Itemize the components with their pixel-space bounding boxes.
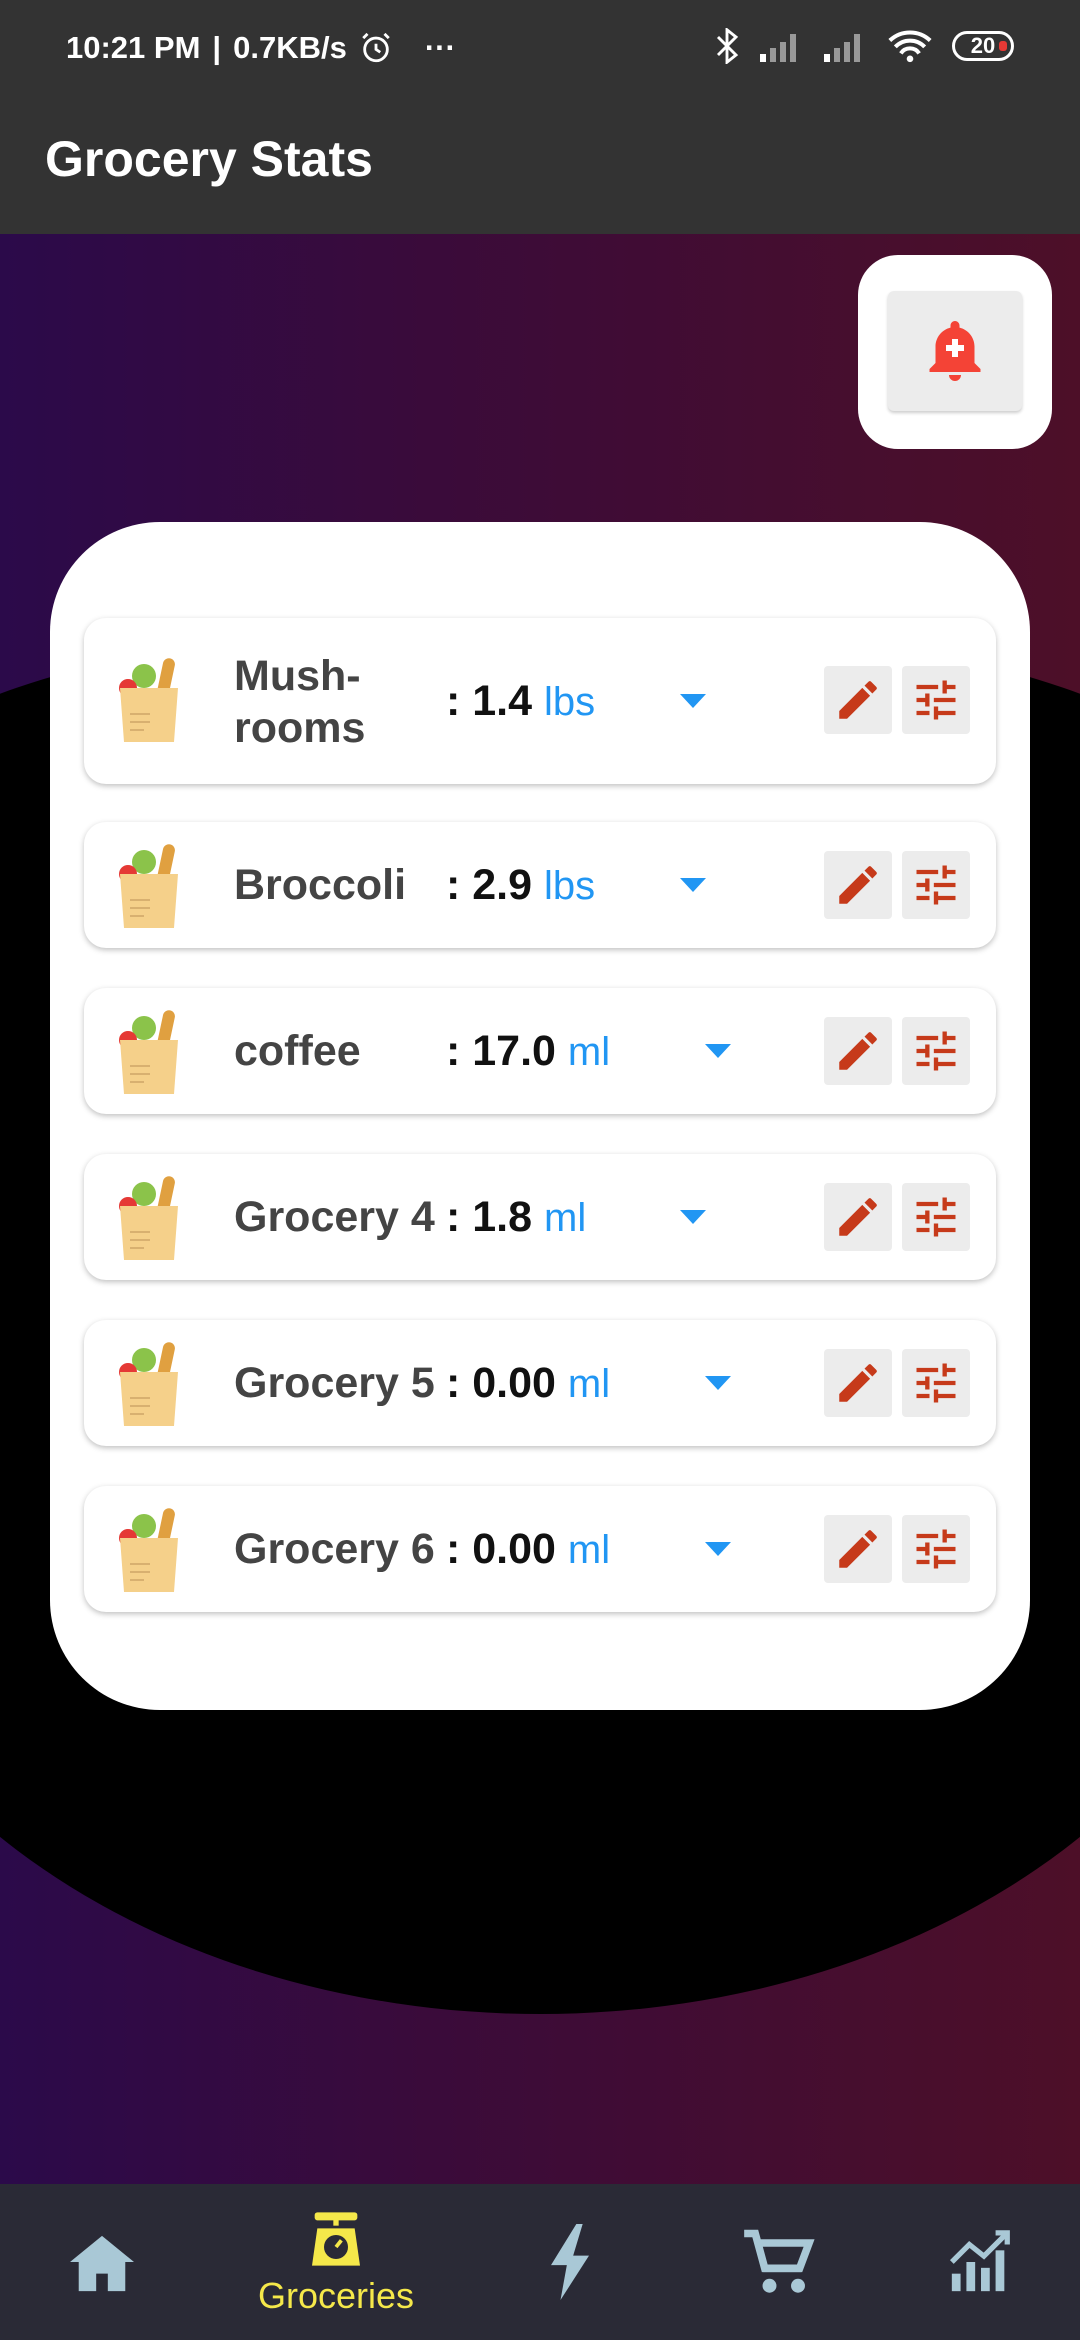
edit-button[interactable] [824, 666, 892, 734]
tune-icon [916, 1363, 956, 1403]
grocery-quantity: : 1.8 ml [446, 1193, 587, 1241]
signal-icon [760, 34, 796, 62]
grocery-bag-icon [119, 1342, 178, 1426]
status-bar: 10:21 PM | 0.7KB/s ··· 20 [0, 0, 1080, 100]
grocery-name: Grocery 6 [234, 1525, 435, 1573]
edit-button[interactable] [824, 1183, 892, 1251]
add-alert-button[interactable] [888, 291, 1022, 411]
unit-label: lbs [544, 680, 596, 724]
nav-energy[interactable] [530, 2184, 610, 2340]
wifi-icon [888, 30, 932, 63]
adjust-button[interactable] [902, 1183, 970, 1251]
status-left: 10:21 PM | 0.7KB/s ··· [66, 30, 456, 65]
grocery-name: Grocery 5 [234, 1359, 435, 1407]
edit-button[interactable] [824, 1515, 892, 1583]
cart-icon [744, 2229, 815, 2293]
grocery-name: Mush- rooms [234, 652, 366, 752]
pencil-icon [839, 1198, 877, 1236]
nav-cart[interactable] [734, 2184, 824, 2340]
more-dots: ··· [424, 30, 456, 65]
network-speed: 0.7KB/s [233, 30, 347, 65]
grocery-bag-icon [119, 1010, 178, 1094]
pencil-icon [839, 1364, 877, 1402]
grocery-quantity: : 0.00 ml [446, 1525, 611, 1573]
adjust-button[interactable] [902, 1349, 970, 1417]
grocery-quantity: : 1.4 lbs [446, 677, 596, 725]
lightning-icon [551, 2224, 589, 2300]
tune-icon [916, 865, 956, 905]
tune-icon [916, 680, 956, 720]
pencil-icon [839, 866, 877, 904]
unit-label: ml [567, 1030, 611, 1074]
alert-card [858, 255, 1052, 449]
unit-dropdown-caret[interactable] [705, 1044, 731, 1058]
nav-stats[interactable] [936, 2184, 1026, 2340]
grocery-quantity: : 0.00 ml [446, 1359, 611, 1407]
signal-icon-2 [824, 34, 860, 62]
edit-button[interactable] [824, 1349, 892, 1417]
unit-label: lbs [544, 864, 596, 908]
grocery-name: Grocery 4 [234, 1193, 435, 1241]
grocery-bag-icon [119, 1176, 178, 1260]
tune-icon [916, 1197, 956, 1237]
adjust-button[interactable] [902, 1017, 970, 1085]
grocery-name: coffee [234, 1027, 361, 1075]
tune-icon [916, 1529, 956, 1569]
unit-label: ml [567, 1528, 611, 1572]
bluetooth-icon [716, 28, 739, 64]
app-bar: Grocery Stats [0, 100, 1080, 234]
grocery-list-card: Mush- rooms : 1.4 lbs Broccoli : 2.9 lbs… [50, 522, 1030, 1710]
grocery-row: Grocery 5 : 0.00 ml [84, 1320, 996, 1446]
grocery-bag-icon [119, 658, 178, 742]
unit-dropdown-caret[interactable] [705, 1542, 731, 1556]
grocery-quantity: : 17.0 ml [446, 1027, 611, 1075]
grocery-bag-icon [119, 844, 178, 928]
home-icon [70, 2235, 134, 2292]
adjust-button[interactable] [902, 1515, 970, 1583]
grocery-bag-icon [119, 1508, 178, 1592]
bell-plus-icon [929, 321, 981, 381]
status-right: 20 [714, 28, 1014, 64]
tune-icon [916, 1031, 956, 1071]
pencil-icon [839, 1530, 877, 1568]
pencil-icon [839, 681, 877, 719]
page-title: Grocery Stats [45, 131, 373, 187]
grocery-row: Mush- rooms : 1.4 lbs [84, 618, 996, 784]
edit-button[interactable] [824, 1017, 892, 1085]
grocery-row: Grocery 6 : 0.00 ml [84, 1486, 996, 1612]
grocery-name: Broccoli [234, 861, 407, 909]
adjust-button[interactable] [902, 851, 970, 919]
grocery-row: Broccoli : 2.9 lbs [84, 822, 996, 948]
chart-icon [949, 2230, 1010, 2292]
grocery-row: Grocery 4 : 1.8 ml [84, 1154, 996, 1280]
grocery-row: coffee : 17.0 ml [84, 988, 996, 1114]
unit-label: ml [544, 1196, 587, 1240]
nav-home[interactable] [52, 2184, 152, 2340]
nav-label-groceries: Groceries [257, 2275, 415, 2316]
alarm-icon [362, 32, 390, 63]
unit-dropdown-caret[interactable] [680, 1210, 706, 1224]
edit-button[interactable] [824, 851, 892, 919]
unit-dropdown-caret[interactable] [680, 694, 706, 708]
unit-dropdown-caret[interactable] [680, 878, 706, 892]
grocery-quantity: : 2.9 lbs [446, 861, 596, 909]
status-time: 10:21 PM [66, 30, 201, 65]
bottom-nav: Groceries [0, 2184, 1080, 2340]
unit-label: ml [567, 1362, 611, 1406]
adjust-button[interactable] [902, 666, 970, 734]
nav-groceries[interactable]: Groceries [236, 2184, 436, 2340]
battery-indicator: 20 [952, 31, 1014, 61]
scale-icon [312, 2212, 360, 2266]
pencil-icon [839, 1032, 877, 1070]
unit-dropdown-caret[interactable] [705, 1376, 731, 1390]
